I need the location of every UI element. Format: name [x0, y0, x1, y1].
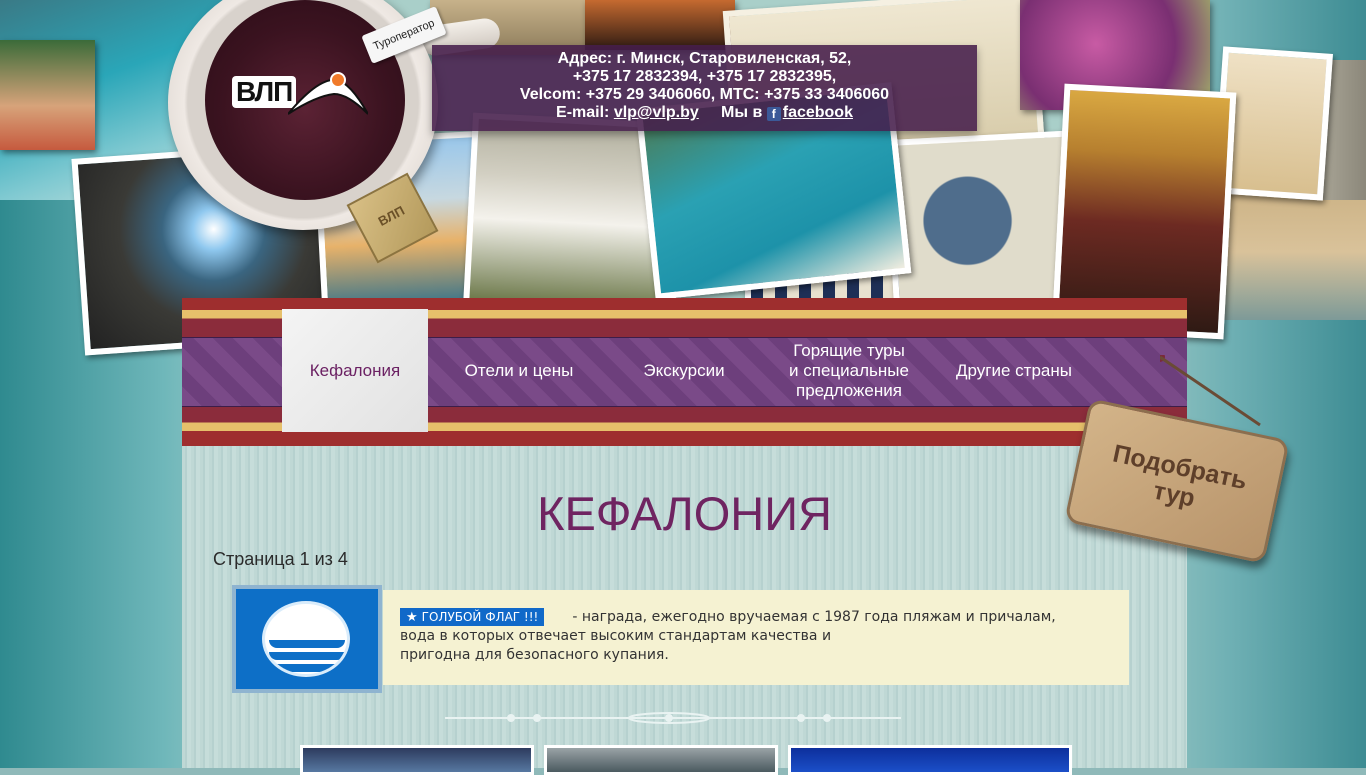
blue-flag-text: - награда, ежегодно вручаемая с 1987 год…: [572, 609, 1056, 625]
nav-item-other-countries[interactable]: Другие страны: [940, 337, 1088, 405]
blue-flag-image: [232, 585, 382, 693]
nav-item-label-line: Горящие туры: [793, 341, 905, 360]
ornament-divider-icon: [445, 712, 901, 724]
nav-item-excursions[interactable]: Экскурсии: [610, 337, 758, 405]
email-label: E-mail:: [556, 104, 610, 121]
logo-swoosh-icon: [288, 72, 368, 115]
nav-item-hot-tours[interactable]: Горящие туры и специальные предложения: [772, 337, 926, 405]
page-title: КЕФАЛОНИЯ: [537, 487, 832, 540]
blue-flag-line-3: пригодна для безопасного купания.: [400, 647, 669, 663]
email-link[interactable]: vlp@vlp.by: [614, 104, 699, 121]
blue-flag-line-2: вода в которых отвечает высоким стандарт…: [400, 628, 832, 644]
contact-phones: +375 17 2832394, +375 17 2832395,: [572, 68, 837, 85]
photo-village: [0, 40, 95, 150]
logo-text: ВЛП: [232, 76, 297, 108]
photo-vase: [585, 0, 735, 50]
nav-item-hotels[interactable]: Отели и цены: [445, 337, 593, 405]
facebook-link[interactable]: facebook: [783, 104, 853, 121]
contact-address: Адрес: г. Минск, Старовиленская, 52,: [557, 50, 852, 67]
nav-item-label: Кефалония: [309, 360, 401, 380]
logo[interactable]: ВЛП: [228, 62, 378, 126]
nav-item-label-line: предложения: [796, 381, 902, 400]
blue-flag-info: ★ ГОЛУБОЙ ФЛАГ !!! - награда, ежегодно вру…: [383, 590, 1129, 685]
gallery-thumb[interactable]: [788, 745, 1072, 775]
nav-item-label: Другие страны: [956, 361, 1072, 380]
nav-item-label: Экскурсии: [643, 361, 725, 380]
nav-item-kefalonia[interactable]: Кефалония: [282, 309, 428, 432]
contact-email-row: E-mail: vlp@vlp.by Мы в f facebook: [432, 104, 977, 122]
nav-item-label-line: и специальные: [789, 361, 909, 380]
nav-item-label: Отели и цены: [464, 361, 574, 380]
blue-flag-logo-icon: [236, 589, 378, 689]
gallery-thumb[interactable]: [300, 745, 534, 775]
blue-flag-line-1: ★ ГОЛУБОЙ ФЛАГ !!! - награда, ежегодно вру…: [400, 608, 1129, 627]
social-prefix: Мы в: [721, 104, 763, 121]
contact-panel: Адрес: г. Минск, Старовиленская, 52, +37…: [432, 45, 977, 131]
pager-text: Страница 1 из 4: [213, 549, 348, 569]
contact-mobile: Velcom: +375 29 3406060, МТС: +375 33 34…: [519, 86, 890, 103]
blue-flag-badge[interactable]: ★ ГОЛУБОЙ ФЛАГ !!!: [400, 608, 545, 626]
gallery-thumb[interactable]: [544, 745, 778, 775]
facebook-icon: f: [766, 107, 781, 121]
star-icon: ★: [406, 610, 418, 625]
